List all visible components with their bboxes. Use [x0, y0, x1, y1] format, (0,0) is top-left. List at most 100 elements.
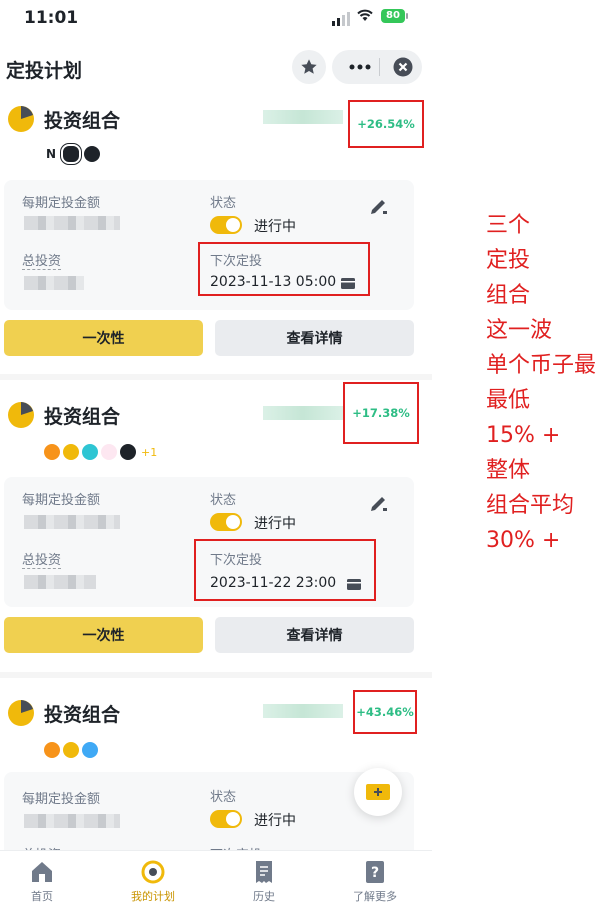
edit-icon[interactable]: [368, 491, 390, 513]
close-icon: [393, 57, 413, 77]
plan-info-panel: 每期定投金额 状态 进行中 总投资 下次定投 2023-11-13 05:00: [4, 180, 414, 310]
amount-label: 每期定投金额: [22, 493, 101, 508]
status-bar: 11:01 80: [0, 0, 432, 36]
plan-return: +43.46%: [356, 705, 414, 719]
view-details-button[interactable]: 查看详情: [215, 617, 414, 653]
battery-icon: 80: [381, 9, 405, 23]
signal-icon: [332, 12, 350, 26]
total-label: 总投资: [22, 549, 62, 569]
blurred-amount: [24, 216, 120, 230]
coin-list: [44, 742, 98, 758]
status-value: 进行中: [254, 219, 296, 235]
blurred-amount: [24, 814, 120, 828]
floating-action-button[interactable]: [354, 768, 402, 816]
x-coin-icon: [120, 444, 136, 460]
page-header: 定投计划: [0, 44, 432, 92]
amount-label: 每期定投金额: [22, 792, 101, 807]
plan-name: 投资组合: [44, 110, 121, 132]
card-divider: [0, 374, 432, 380]
blurred-amount: [24, 515, 120, 529]
next-invest-label: 下次定投: [210, 553, 263, 568]
status-label: 状态: [210, 790, 237, 805]
nav-home[interactable]: 首页: [7, 859, 77, 904]
one-time-button[interactable]: 一次性: [4, 617, 203, 653]
annotation-line: 整体: [486, 458, 531, 483]
app-screen: 11:01 80 定投计划 投资组合 N +26.54% 每期定投金额 状态 进…: [0, 0, 432, 916]
history-icon: [256, 861, 272, 883]
status-label: 状态: [210, 493, 237, 508]
annotation-line: 组合: [486, 283, 531, 308]
calendar-icon: [347, 579, 361, 590]
nav-my-plans[interactable]: 我的计划: [118, 859, 188, 904]
amount-label: 每期定投金额: [22, 196, 101, 211]
annotation-line: 组合平均: [486, 493, 575, 518]
layerzero-icon: [84, 146, 100, 162]
close-button[interactable]: [384, 50, 422, 84]
blurred-total: [24, 575, 96, 589]
annotation-text: 三个 定投 组合 这一波 单个币子最 最低 15% + 整体 组合平均 30% …: [486, 208, 596, 558]
next-invest-date: 2023-11-22 23:00: [210, 575, 337, 591]
return-highlight: +26.54%: [348, 100, 424, 148]
home-icon: [32, 862, 52, 882]
next-invest-label: 下次定投: [210, 254, 263, 269]
bnb-icon: [63, 444, 79, 460]
blurred-value: [263, 110, 343, 124]
one-time-button[interactable]: 一次性: [4, 320, 203, 356]
help-icon: ?: [366, 861, 384, 883]
mini-program-capsule: [332, 50, 422, 84]
status-toggle[interactable]: [210, 513, 242, 531]
add-plan-icon: [366, 784, 390, 800]
bnb-icon: [63, 742, 79, 758]
nav-history[interactable]: 历史: [229, 859, 299, 904]
return-highlight: +17.38%: [343, 382, 419, 444]
status-value: 进行中: [254, 813, 296, 829]
page-title: 定投计划: [6, 60, 83, 82]
bottom-nav: 首页 我的计划 历史 ? 了解更多: [0, 850, 432, 916]
more-coins-count: +1: [141, 445, 158, 459]
annotation-line: 最低: [486, 388, 531, 413]
battery-tip: [406, 13, 408, 19]
next-invest-date: 2023-11-13 05:00: [210, 274, 337, 290]
status-toggle[interactable]: [210, 810, 242, 828]
blurred-value: [263, 406, 343, 420]
wifi-icon: [357, 9, 373, 21]
near-icon: N: [45, 147, 57, 161]
more-icon: [349, 64, 371, 70]
stellar-icon: [82, 444, 98, 460]
annotation-line: 30% +: [486, 528, 561, 553]
plan-icon: [141, 860, 165, 884]
favorite-button[interactable]: [292, 50, 326, 84]
view-details-button[interactable]: 查看详情: [215, 320, 414, 356]
coin-list: +1: [44, 444, 157, 460]
plan-name: 投资组合: [44, 704, 121, 726]
swirl-coin-icon: [61, 144, 81, 164]
uniswap-icon: [101, 444, 117, 460]
portfolio-icon: [8, 700, 34, 726]
more-button[interactable]: [340, 50, 380, 84]
next-invest-highlight: 下次定投 2023-11-13 05:00: [198, 242, 370, 296]
nav-label: 我的计划: [131, 890, 175, 903]
nav-label: 历史: [253, 890, 275, 903]
status-value: 进行中: [254, 516, 296, 532]
annotation-line: 这一波: [486, 318, 553, 343]
nav-label: 了解更多: [353, 890, 397, 903]
nav-learn-more[interactable]: ? 了解更多: [340, 859, 410, 904]
plan-info-panel: 每期定投金额 状态 进行中 总投资 下次定投 2023-11-22 23:00: [4, 477, 414, 607]
capsule-divider: [379, 58, 380, 76]
blurred-value: [263, 704, 343, 718]
plan-return: +17.38%: [352, 406, 410, 420]
annotation-line: 三个: [486, 213, 531, 238]
portfolio-icon: [8, 402, 34, 428]
edit-icon[interactable]: [368, 194, 390, 216]
calendar-icon: [341, 278, 355, 289]
svg-text:?: ?: [371, 865, 379, 881]
return-highlight: +43.46%: [353, 690, 417, 734]
coin-list: N: [44, 144, 100, 164]
card-divider: [0, 672, 432, 678]
annotation-line: 单个币子最: [486, 353, 597, 378]
portfolio-icon: [8, 106, 34, 132]
annotation-line: 定投: [486, 248, 531, 273]
btc-icon: [44, 742, 60, 758]
status-toggle[interactable]: [210, 216, 242, 234]
nav-label: 首页: [31, 890, 53, 903]
